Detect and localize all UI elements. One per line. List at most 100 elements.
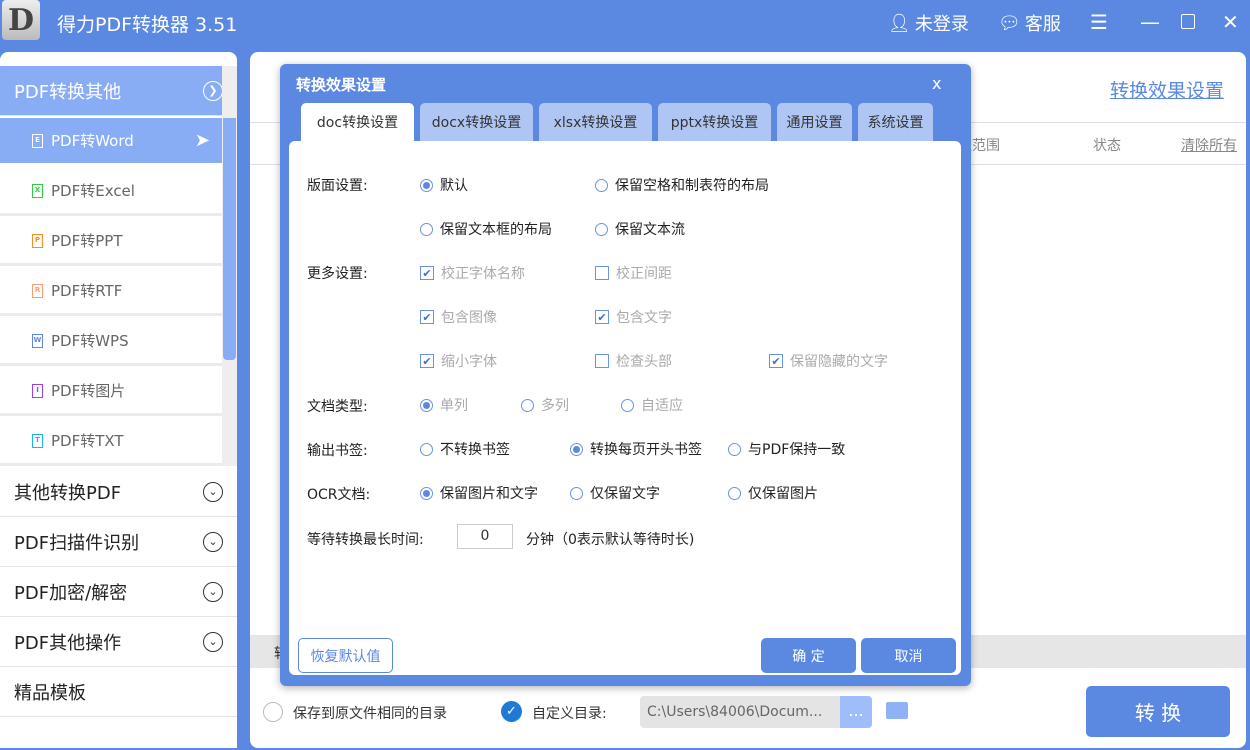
sidebar-item-label: PDF转WPS <box>51 330 129 351</box>
radio-icon <box>728 487 741 500</box>
checkbox-option[interactable]: ✔缩小字体 <box>420 351 497 371</box>
conversion-settings-dialog: 转换效果设置 x doc转换设置docx转换设置xlsx转换设置pptx转换设置… <box>280 64 971 686</box>
checkbox-icon <box>595 266 609 280</box>
radio-option[interactable]: 多列 <box>521 395 569 415</box>
radio-option[interactable]: 保留空格和制表符的布局 <box>595 175 769 195</box>
tab[interactable]: pptx转换设置 <box>658 103 771 141</box>
radio-icon <box>420 223 433 236</box>
radio-icon <box>420 487 433 500</box>
option-label: 自适应 <box>641 395 683 415</box>
radio-icon <box>728 443 741 456</box>
sidebar-section-pdf-to-other[interactable]: PDF转换其他 ❯ <box>0 66 237 116</box>
section-label: PDF加密/解密 <box>14 579 127 605</box>
dialog-close-icon[interactable]: x <box>932 74 941 93</box>
user-icon: 👤︎ <box>888 13 911 34</box>
ok-button[interactable]: 确 定 <box>761 638 856 673</box>
setting-label: 等待转换最长时间: <box>307 529 424 549</box>
radio-icon <box>420 179 433 192</box>
checkbox-icon: ✔ <box>420 354 434 368</box>
radio-option[interactable]: 仅保留文字 <box>570 483 660 503</box>
radio-icon <box>521 399 534 412</box>
file-icon: W <box>32 334 43 348</box>
chevron-down-icon: ⌄ <box>203 632 223 652</box>
sidebar-item[interactable]: TPDF转TXT <box>0 418 222 466</box>
chevron-down-icon: ⌄ <box>203 532 223 552</box>
file-icon: I <box>32 384 43 398</box>
radio-option[interactable]: 保留图片和文字 <box>420 483 538 503</box>
sidebar-section[interactable]: PDF扫描件识别⌄ <box>0 517 237 567</box>
sidebar-section[interactable]: 其他转换PDF ⌄ <box>0 467 237 517</box>
save-same-dir-radio[interactable] <box>263 702 283 722</box>
tab[interactable]: 通用设置 <box>777 103 852 141</box>
wait-time-input[interactable]: 0 <box>457 524 513 549</box>
sidebar-item[interactable]: XPDF转Excel <box>0 168 222 216</box>
browse-button[interactable]: ... <box>840 696 872 728</box>
checkbox-option[interactable]: ✔包含文字 <box>595 307 672 327</box>
radio-option[interactable]: 仅保留图片 <box>728 483 818 503</box>
checkbox-icon: ✔ <box>769 354 783 368</box>
tab[interactable]: docx转换设置 <box>420 103 533 141</box>
cancel-button[interactable]: 取消 <box>861 638 956 673</box>
restore-defaults-button[interactable]: 恢复默认值 <box>298 638 393 673</box>
section-label: 其他转换PDF <box>14 479 121 505</box>
sidebar-item[interactable]: PPDF转PPT <box>0 218 222 266</box>
clear-all-link[interactable]: 清除所有 <box>1181 135 1237 155</box>
sidebar-item[interactable]: RPDF转RTF <box>0 268 222 316</box>
sidebar: PDF转换其他 ❯ EPDF转Word➤XPDF转ExcelPPDF转PPTRPD… <box>0 52 237 748</box>
option-label: 仅保留文字 <box>590 483 660 503</box>
service-button[interactable]: 💬︎客服 <box>998 10 1061 36</box>
checkbox-option[interactable]: 校正间距 <box>595 263 672 283</box>
radio-option[interactable]: 转换每页开头书签 <box>570 439 702 459</box>
checkbox-option[interactable]: ✔包含图像 <box>420 307 497 327</box>
login-label: 未登录 <box>915 10 969 36</box>
sidebar-item[interactable]: IPDF转图片 <box>0 368 222 416</box>
custom-dir-checkbox[interactable]: ✓ <box>501 701 522 722</box>
sidebar-section[interactable]: PDF其他操作⌄ <box>0 617 237 667</box>
section-label: PDF转换其他 <box>14 78 121 104</box>
radio-icon <box>570 443 583 456</box>
minimize-icon[interactable]: — <box>1140 10 1160 34</box>
option-label: 保留文本框的布局 <box>440 219 552 239</box>
radio-option[interactable]: 与PDF保持一致 <box>728 439 845 459</box>
close-icon[interactable]: ✕ <box>1222 10 1239 34</box>
sidebar-section[interactable]: PDF加密/解密⌄ <box>0 567 237 617</box>
service-label: 客服 <box>1025 10 1061 36</box>
settings-link[interactable]: 转换效果设置 <box>1110 76 1224 103</box>
tab[interactable]: 系统设置 <box>858 103 933 141</box>
setting-label: 输出书签: <box>307 440 368 460</box>
maximize-icon[interactable] <box>1181 14 1195 29</box>
sidebar-section[interactable]: 精品模板 <box>0 667 237 717</box>
option-label: 检查头部 <box>616 351 672 371</box>
tab[interactable]: doc转换设置 <box>301 103 414 141</box>
option-label: 默认 <box>440 175 468 195</box>
setting-label: 版面设置: <box>307 175 368 195</box>
option-label: 包含文字 <box>616 307 672 327</box>
checkbox-option[interactable]: 检查头部 <box>595 351 672 371</box>
checkbox-option[interactable]: ✔校正字体名称 <box>420 263 525 283</box>
login-button[interactable]: 👤︎未登录 <box>888 10 969 36</box>
tab[interactable]: xlsx转换设置 <box>539 103 652 141</box>
radio-option[interactable]: 保留文本框的布局 <box>420 219 552 239</box>
chevron-down-icon: ⌄ <box>203 482 223 502</box>
radio-option[interactable]: 自适应 <box>621 395 683 415</box>
chevron-right-icon: ❯ <box>203 81 223 101</box>
sidebar-scrollbar-thumb[interactable] <box>223 118 236 360</box>
radio-option[interactable]: 默认 <box>420 175 468 195</box>
file-icon: X <box>32 184 43 198</box>
radio-option[interactable]: 不转换书签 <box>420 439 510 459</box>
checkbox-option[interactable]: ✔保留隐藏的文字 <box>769 351 888 371</box>
menu-icon[interactable]: ☰ <box>1090 10 1108 34</box>
column-status: 状态 <box>1093 135 1121 155</box>
sidebar-item[interactable]: W PDF转WPS <box>0 318 222 366</box>
output-path-field[interactable]: C:\Users\84006\Docum... <box>640 696 840 728</box>
convert-button[interactable]: 转 换 <box>1086 686 1230 737</box>
option-label: 保留文本流 <box>615 219 685 239</box>
section-label: 精品模板 <box>14 679 86 705</box>
title-bar: D 得力PDF转换器 3.51 👤︎未登录 💬︎客服 ☰ — ✕ <box>0 0 1250 50</box>
option-label: 包含图像 <box>441 307 497 327</box>
sidebar-item[interactable]: EPDF转Word➤ <box>0 118 222 166</box>
radio-option[interactable]: 单列 <box>420 395 468 415</box>
folder-icon[interactable] <box>886 702 908 719</box>
radio-option[interactable]: 保留文本流 <box>595 219 685 239</box>
option-label: 保留空格和制表符的布局 <box>615 175 769 195</box>
